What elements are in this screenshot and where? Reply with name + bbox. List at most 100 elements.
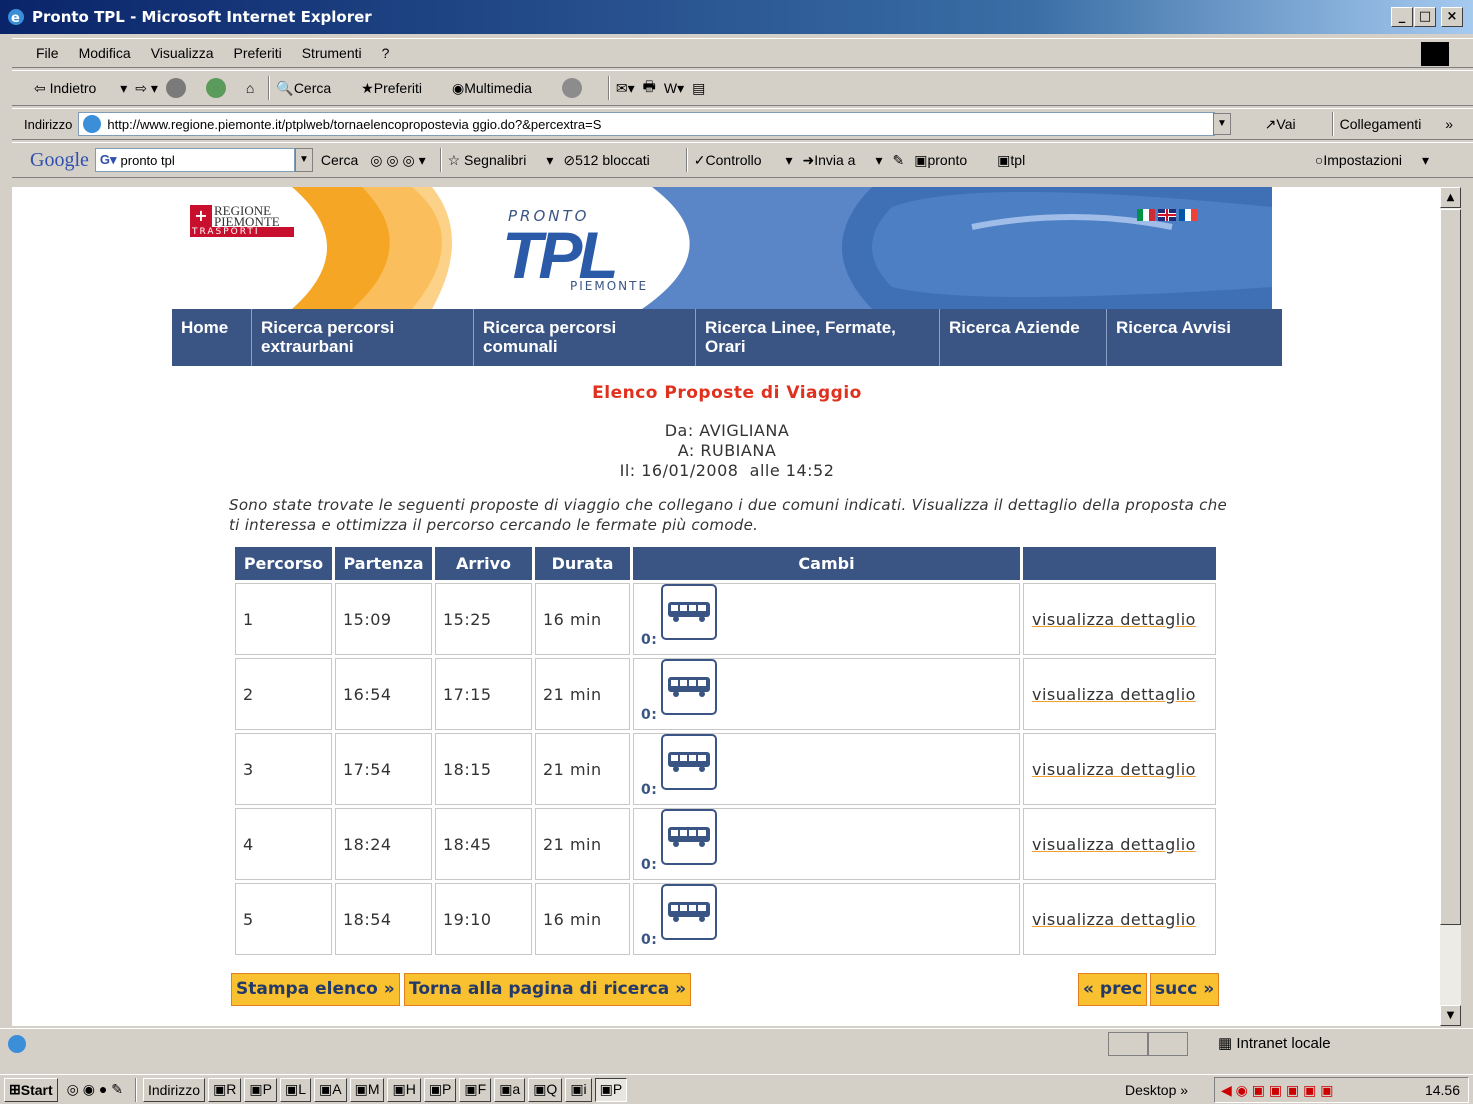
view-detail-link[interactable]: visualizza dettaglio [1032,760,1196,779]
back-to-search-button[interactable]: Torna alla pagina di ricerca » [404,973,692,1006]
clock: 14.56 [1424,1082,1460,1098]
close-button[interactable]: × [1441,7,1463,27]
view-detail-link[interactable]: visualizza dettaglio [1032,835,1196,854]
english-flag-icon[interactable] [1158,209,1176,221]
quicklaunch-icons[interactable]: ◎ ◉ ● ✎ [67,1081,123,1098]
cell-link: visualizza dettaglio [1023,733,1216,805]
edit-icon[interactable]: W▾ [664,80,684,97]
zone-indicator: ▦ Intranet locale [1218,1035,1331,1052]
view-detail-link[interactable]: visualizza dettaglio [1032,610,1196,629]
toolbar-separator [268,76,271,100]
task-f[interactable]: ▣F [459,1077,492,1102]
scroll-thumb[interactable] [1440,209,1461,925]
links-button[interactable]: Collegamenti » [1340,116,1453,132]
settings-button[interactable]: ○Impostazioni ▾ [1315,152,1429,169]
menu-visualizza[interactable]: Visualizza [151,45,214,61]
bus-icon [661,584,718,644]
next-page-button[interactable]: succ » [1150,973,1220,1006]
task-a[interactable]: ▣A [314,1077,347,1102]
cross-icon: + [190,205,212,227]
task-m[interactable]: ▣M [349,1077,385,1102]
task-q[interactable]: ▣Q [528,1077,563,1102]
print-list-button[interactable]: Stampa elenco » [231,973,400,1006]
address-dropdown-icon[interactable]: ▼ [1213,113,1231,135]
stop-icon[interactable] [165,78,186,98]
media-button[interactable]: ◉Multimedia [452,80,552,97]
scroll-down-icon[interactable]: ▼ [1440,1005,1461,1026]
discuss-icon[interactable]: ▤ [692,80,705,97]
taskbar-separator [134,1077,137,1102]
tray-icons[interactable]: ◀ ◉ ▣ ▣ ▣ ▣ ▣ [1221,1082,1333,1099]
banner: + REGIONE PIEMONTE TRASPORTI PRONTO TPL P… [172,187,1282,309]
highlight-pronto-button[interactable]: ▣pronto [914,152,987,169]
nav-comunali[interactable]: Ricerca percorsi comunali [474,309,696,366]
toolbar-tools-icon[interactable]: ◎ ◎ ◎ ▾ [370,152,425,169]
task-r[interactable]: ▣R [208,1077,242,1102]
bookmarks-button[interactable]: ☆ Segnalibri ▾ [448,152,554,169]
google-logo: Google [30,148,89,171]
cell-link: visualizza dettaglio [1023,808,1216,880]
google-search-button[interactable]: Cerca [321,152,358,168]
task-p2[interactable]: ▣P [423,1077,457,1102]
print-icon[interactable]: 🖶 [643,76,656,100]
cell-link: visualizza dettaglio [1023,658,1216,730]
history-icon[interactable] [561,78,582,98]
popup-blocked-button[interactable]: ⊘512 bloccati [563,152,669,169]
maximize-button[interactable]: □ [1414,7,1436,27]
view-detail-link[interactable]: visualizza dettaglio [1032,685,1196,704]
desktop-toolbar[interactable]: Desktop » [1125,1082,1188,1098]
bus-icon [661,884,718,944]
prev-page-button[interactable]: « prec [1078,973,1148,1006]
favorites-button[interactable]: ★Preferiti [361,80,442,97]
refresh-icon[interactable] [205,78,226,98]
google-dropdown-icon[interactable]: ▼ [294,148,313,172]
menu-strumenti[interactable]: Strumenti [302,45,362,61]
cell-arrivo: 15:25 [435,583,532,655]
back-button[interactable]: ⇦ Indietro ▾ [34,80,127,97]
nav-home[interactable]: Home [172,309,252,366]
menu-modifica[interactable]: Modifica [79,45,131,61]
route-to: A: RUBIANA [677,441,777,460]
minimize-button[interactable]: _ [1391,7,1413,27]
nav-aziende[interactable]: Ricerca Aziende [940,309,1107,366]
address-input[interactable]: http://www.regione.piemonte.it/ptplweb/t… [78,112,1216,136]
page-icon [83,115,102,133]
french-flag-icon[interactable] [1179,209,1197,221]
scroll-up-icon[interactable]: ▲ [1440,187,1461,208]
page-container: + REGIONE PIEMONTE TRASPORTI PRONTO TPL P… [172,187,1282,1026]
nav-extraurbani[interactable]: Ricerca percorsi extraurbani [252,309,474,366]
task-ie-active[interactable]: ▣P [594,1077,628,1102]
forward-button[interactable]: ⇨ ▾ [135,80,158,97]
nav-avvisi[interactable]: Ricerca Avvisi [1107,309,1282,366]
task-a2[interactable]: ▣a [494,1077,526,1102]
address-label: Indirizzo [24,116,73,132]
menu-help[interactable]: ? [382,45,390,61]
cell-partenza: 17:54 [335,733,432,805]
task-i[interactable]: ▣i [565,1077,592,1102]
search-button[interactable]: 🔍Cerca [276,80,351,97]
go-button[interactable]: ↗Vai [1265,116,1316,133]
cell-partenza: 16:54 [335,658,432,730]
mail-icon[interactable]: ✉▾ [616,80,635,97]
nav-linee[interactable]: Ricerca Linee, Fermate, Orari [696,309,940,366]
task-p[interactable]: ▣P [244,1077,277,1102]
highlight-icon[interactable]: ✎ [893,152,905,169]
italian-flag-icon[interactable] [1137,209,1155,221]
cell-link: visualizza dettaglio [1023,883,1216,955]
highlight-tpl-button[interactable]: ▣tpl [997,152,1045,169]
task-h[interactable]: ▣H [387,1077,421,1102]
col-durata: Durata [535,547,630,580]
bus-icon [661,734,718,794]
spellcheck-button[interactable]: ✓Controllo ▾ [694,152,793,169]
google-search-input[interactable]: G▾ pronto tpl [94,148,295,172]
start-button[interactable]: ⊞ Start [4,1077,58,1102]
vertical-scrollbar[interactable]: ▲ ▼ [1440,187,1461,1026]
home-icon[interactable]: ⌂ [246,80,254,96]
view-detail-link[interactable]: visualizza dettaglio [1032,910,1196,929]
send-to-button[interactable]: ➜Invia a ▾ [802,152,882,169]
menu-file[interactable]: File [36,45,59,61]
task-l[interactable]: ▣L [280,1077,312,1102]
cambi-content: 0: [641,809,1019,879]
address-toolbar[interactable]: Indirizzo [142,1077,206,1102]
menu-preferiti[interactable]: Preferiti [233,45,281,61]
